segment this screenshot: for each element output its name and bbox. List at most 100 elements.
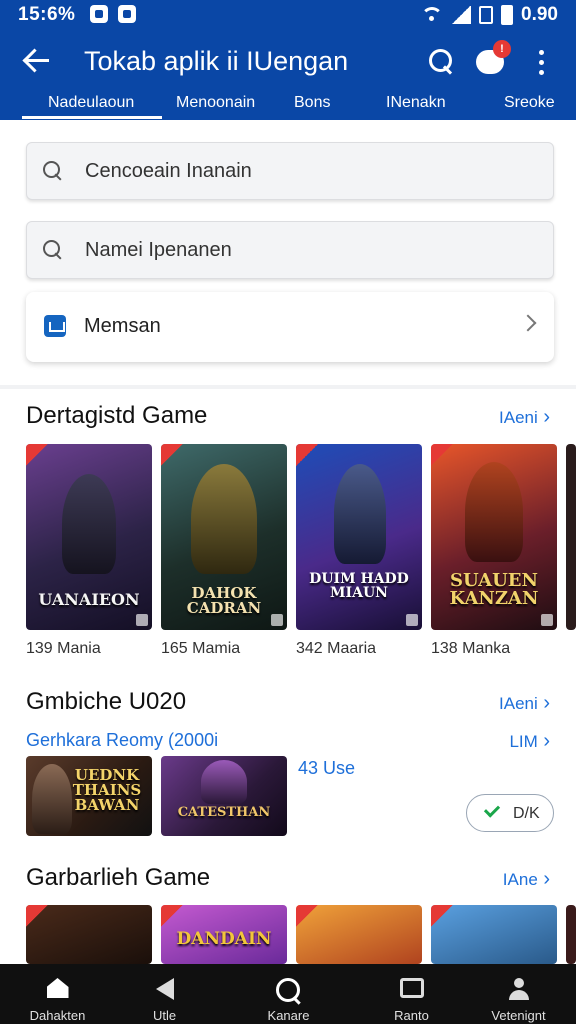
game-art-title: SUAUEN KANZAN [449, 570, 539, 609]
game-card[interactable] [431, 905, 557, 964]
ok-button-label: D/K [513, 805, 540, 822]
game-caption: 138 Manka [431, 640, 511, 657]
top-app-bar: 15:6% 0.90 Tokab aplik ii IUengan ! Nade… [0, 0, 576, 120]
nav-item-back[interactable]: Utle [107, 964, 222, 1024]
tab-sreoke[interactable]: Sreoke [504, 94, 555, 112]
ok-button[interactable]: D/K [466, 794, 554, 832]
notification-icon [90, 5, 108, 23]
page-title: Tokab aplik ii IUengan [84, 46, 349, 76]
chat-icon[interactable]: ! [474, 40, 511, 78]
active-tab-indicator [22, 116, 162, 119]
nav-label: Kanare [267, 1008, 310, 1023]
message-card-label: Memsan [84, 315, 161, 337]
check-icon [483, 801, 501, 818]
message-card[interactable]: Memsan [26, 292, 554, 362]
section-see-all-link[interactable]: IAeni [499, 406, 550, 429]
section-title: Garbarlieh Game [26, 864, 211, 891]
shopping-bag-icon [44, 315, 66, 337]
game-card[interactable]: UANAIEON [26, 444, 152, 630]
section-subtitle: Gerhkara Reomy (2000i [26, 730, 219, 750]
game-card[interactable]: DAHOK CADRAN [161, 444, 287, 630]
game-badge [296, 444, 318, 466]
nav-item-search[interactable]: Kanare [231, 964, 346, 1024]
battery-icon [501, 5, 514, 25]
app-bar: Tokab aplik ii IUengan ! [0, 34, 576, 90]
game-card[interactable] [296, 905, 422, 964]
sim-icon [479, 6, 494, 24]
status-right-text: 0.90 [521, 4, 558, 25]
game-caption: 342 Maaria [296, 640, 377, 657]
game-art-title: DANDAIN [176, 929, 272, 949]
game-caption: 165 Mamia [161, 640, 241, 657]
search-icon [43, 161, 65, 183]
game-badge [431, 905, 453, 927]
game-caption: 139 Mania [26, 640, 101, 657]
game-card[interactable]: SUAUEN KANZAN [431, 444, 557, 630]
wifi-icon [421, 7, 444, 23]
back-icon [155, 978, 174, 1000]
download-size: 43 Use [298, 758, 356, 778]
game-art [334, 464, 386, 564]
search-input-primary[interactable]: Cencoeain Inanain [26, 142, 554, 200]
section-title: Gmbiche U020 [26, 688, 187, 715]
nav-label: Vetenignt [491, 1008, 546, 1023]
notification-badge: ! [493, 40, 511, 58]
download-icon [406, 614, 418, 626]
tab-inenakn[interactable]: INenakn [386, 94, 446, 112]
nav-item-recents[interactable]: Ranto [354, 964, 469, 1024]
download-icon [136, 614, 148, 626]
game-art-title: DUIM HADD MIAUN [309, 571, 409, 601]
square-icon [399, 978, 424, 998]
nav-label: Dahakten [29, 1008, 86, 1023]
section-divider [0, 385, 576, 389]
subsection-link[interactable]: LIM [509, 730, 550, 753]
status-time: 15:6% [18, 4, 76, 25]
game-badge [431, 444, 453, 466]
game-art-title: CATESTHAN [177, 805, 271, 820]
nav-label: Utle [152, 1008, 177, 1023]
game-art [62, 474, 116, 574]
section-title: Dertagistd Game [26, 402, 208, 429]
search-input-text: Namei Ipenanen [85, 239, 232, 261]
search-icon [43, 240, 65, 262]
tab-nadeulaoun[interactable]: Nadeulaoun [48, 94, 134, 112]
game-card[interactable]: UEDNK THAINS BAWAN [26, 756, 152, 836]
game-art-title: UANAIEON [38, 590, 140, 609]
more-options-icon[interactable] [534, 50, 550, 76]
search-icon[interactable] [428, 48, 454, 74]
signal-icon [451, 6, 472, 24]
game-badge [161, 444, 183, 466]
game-card[interactable]: DUIM HADD MIAUN [296, 444, 422, 630]
search-icon [275, 978, 302, 1004]
tab-menoonain[interactable]: Menoonain [176, 94, 255, 112]
nav-item-profile[interactable]: Vetenignt [461, 964, 576, 1024]
game-art [465, 462, 523, 562]
bottom-navigation: Dahakten Utle Kanare Ranto Vetenignt [0, 964, 576, 1024]
game-badge [161, 905, 183, 927]
download-icon [541, 614, 553, 626]
tab-bar: Nadeulaoun Menoonain Bons INenakn Sreoke [0, 92, 576, 120]
section-see-all-link[interactable]: IAne [503, 868, 550, 891]
tab-bons[interactable]: Bons [294, 94, 330, 112]
section-see-all-link[interactable]: IAeni [499, 692, 550, 715]
game-badge [296, 905, 318, 927]
back-arrow-icon[interactable] [22, 46, 52, 76]
home-icon [46, 978, 69, 998]
chevron-right-icon [519, 314, 537, 332]
nav-item-home[interactable]: Dahakten [0, 964, 115, 1024]
game-card[interactable] [26, 905, 152, 964]
game-badge [26, 444, 48, 466]
game-art [201, 760, 247, 804]
status-bar: 15:6% 0.90 [0, 0, 576, 30]
search-input-text: Cencoeain Inanain [85, 160, 252, 182]
game-card[interactable]: DANDAIN [161, 905, 287, 964]
game-badge [26, 905, 48, 927]
game-card[interactable]: CATESTHAN [161, 756, 287, 836]
game-card-partial[interactable] [566, 905, 576, 964]
game-card-partial[interactable] [566, 444, 576, 630]
game-art [191, 464, 257, 574]
search-input-secondary[interactable]: Namei Ipenanen [26, 221, 554, 279]
game-art-title: UEDNK THAINS BAWAN [72, 766, 142, 814]
download-icon [271, 614, 283, 626]
person-icon [508, 978, 530, 1000]
